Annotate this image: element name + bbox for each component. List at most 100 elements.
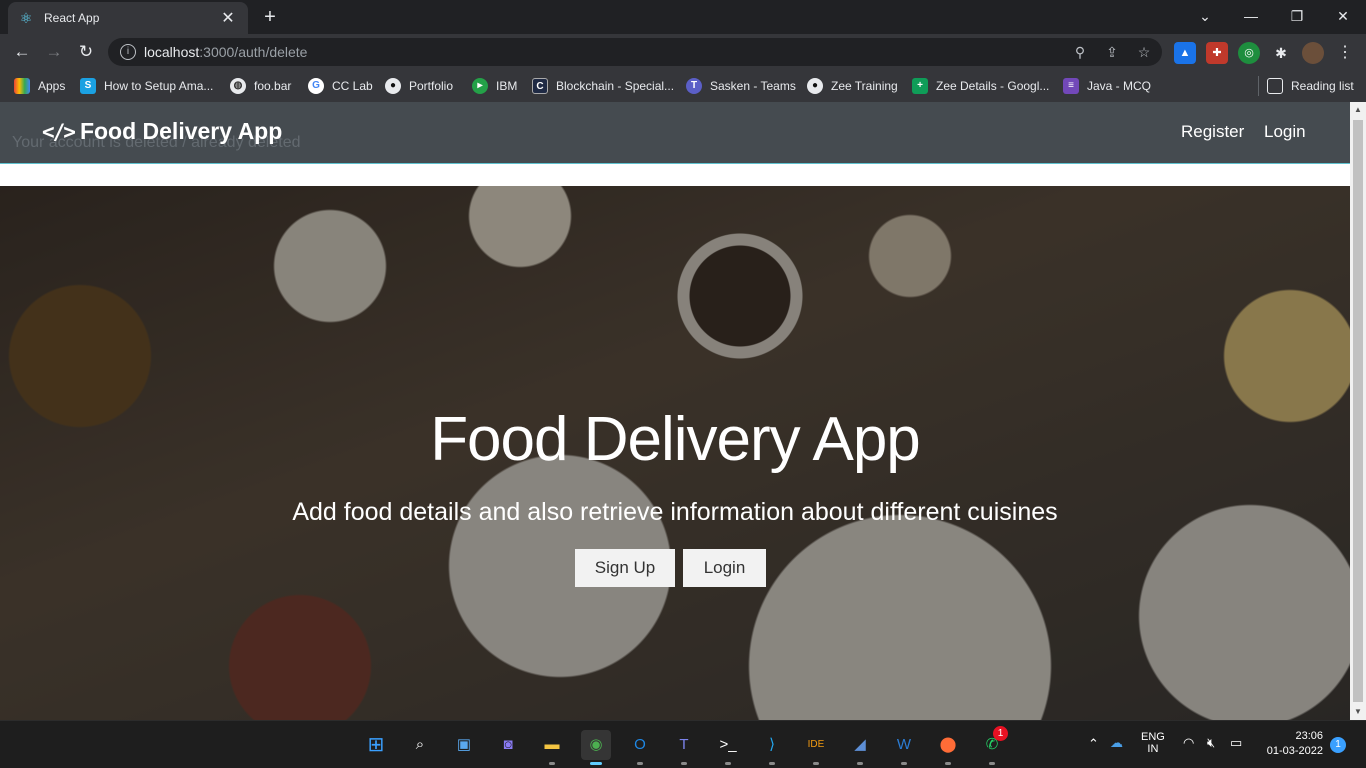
clock-time: 23:06 xyxy=(1295,730,1323,742)
java-ide-indicator xyxy=(813,762,819,765)
clock[interactable]: 23:06 01-03-2022 xyxy=(1263,730,1323,757)
close-tab-icon[interactable]: ✕ xyxy=(218,8,238,28)
location-icon[interactable]: ⚲ xyxy=(1070,42,1090,62)
google-drive-icon[interactable]: ▲ xyxy=(1174,42,1196,64)
browser-toolbar: ← → ↻ i localhost :3000/auth/delete ⚲ ⇪ … xyxy=(0,34,1366,70)
bookmark-sasken-teams[interactable]: T Sasken - Teams xyxy=(686,76,796,96)
bookmark-label: Zee Details - Googl... xyxy=(936,79,1050,93)
tray-overflow-icon[interactable]: ⌃ xyxy=(1088,736,1099,752)
page-scrollbar[interactable]: ▲ ▼ xyxy=(1350,102,1366,720)
language-indicator[interactable]: ENG IN xyxy=(1141,731,1165,755)
clock-date: 01-03-2022 xyxy=(1266,745,1323,757)
address-bar[interactable]: i localhost :3000/auth/delete ⚲ ⇪ ☆ xyxy=(108,38,1162,66)
battery-icon[interactable]: ▭ xyxy=(1230,735,1242,751)
teams-taskbar-icon[interactable]: T xyxy=(669,730,699,760)
close-window-button[interactable]: ✕ xyxy=(1320,4,1366,30)
bookmark-portfolio[interactable]: ● Portfolio xyxy=(385,76,453,96)
extension-green-icon[interactable]: ◎ xyxy=(1238,42,1260,64)
whatsapp-icon[interactable]: ✆ 1 xyxy=(977,726,1008,760)
bookmark-star-icon[interactable]: ☆ xyxy=(1134,42,1154,62)
google-icon: G xyxy=(308,78,324,94)
database-tool-indicator xyxy=(857,762,863,765)
github-icon: ● xyxy=(385,78,401,94)
bookmark-label: Java - MCQ xyxy=(1087,79,1152,93)
s-icon: S xyxy=(80,78,96,94)
bookmark-cclab[interactable]: G CC Lab xyxy=(308,76,373,96)
bookmark-zee-details[interactable]: + Zee Details - Googl... xyxy=(912,76,1049,96)
reading-list-icon xyxy=(1267,78,1283,94)
terminal-icon[interactable]: >_ xyxy=(713,730,743,760)
file-explorer-icon[interactable]: ▬ xyxy=(537,730,567,760)
signup-button[interactable]: Sign Up xyxy=(575,549,675,587)
bookmark-java-mcq[interactable]: ≡ Java - MCQ xyxy=(1063,76,1151,96)
bookmark-setup-ama[interactable]: S How to Setup Ama... xyxy=(80,76,213,96)
hero-title: Food Delivery App xyxy=(430,405,921,474)
bookmark-foobar[interactable]: ◍ foo.bar xyxy=(230,76,291,96)
apps-grid-icon xyxy=(14,78,30,94)
search-icon[interactable]: ⌕ xyxy=(405,730,435,760)
restore-button[interactable]: ❐ xyxy=(1274,4,1320,30)
code-icon: </> xyxy=(42,119,76,144)
word-icon[interactable]: W xyxy=(889,730,919,760)
vscode-icon[interactable]: ⟩ xyxy=(757,730,787,760)
onedrive-icon[interactable]: ☁ xyxy=(1110,735,1123,751)
tab-search-icon[interactable]: ⌄ xyxy=(1182,4,1228,30)
scroll-up-icon[interactable]: ▲ xyxy=(1350,102,1366,118)
bookmark-apps[interactable]: Apps xyxy=(14,76,65,96)
menu-dots-icon[interactable]: ⋮ xyxy=(1334,42,1356,64)
brand-link[interactable]: </> Food Delivery App xyxy=(42,118,282,145)
scroll-down-icon[interactable]: ▼ xyxy=(1350,704,1366,720)
database-tool-icon[interactable]: ◢ xyxy=(845,730,875,760)
task-view-icon[interactable]: ▣ xyxy=(449,730,479,760)
notification-badge[interactable]: 1 xyxy=(1330,737,1346,753)
github-icon: ● xyxy=(807,78,823,94)
tab-strip: ⚛ React App ✕ + ⌄ — ❐ ✕ xyxy=(0,0,1366,34)
terminal-indicator xyxy=(725,762,731,765)
postman-icon[interactable]: ⬤ xyxy=(933,730,963,760)
language-code: ENG xyxy=(1141,731,1165,743)
browser-tab[interactable]: ⚛ React App ✕ xyxy=(8,2,248,34)
bookmarks-bar: Apps S How to Setup Ama... ◍ foo.bar G C… xyxy=(0,70,1366,102)
bookmark-blockchain[interactable]: C Blockchain - Special... xyxy=(532,76,674,96)
extension-red-icon[interactable]: ✚ xyxy=(1206,42,1228,64)
nav-login-link[interactable]: Login xyxy=(1264,122,1306,142)
outlook-icon[interactable]: O xyxy=(625,730,655,760)
word-indicator xyxy=(901,762,907,765)
bookmark-label: Zee Training xyxy=(831,79,898,93)
start-icon[interactable]: ⊞ xyxy=(361,730,391,760)
postman-indicator xyxy=(945,762,951,765)
ibm-icon: ▸ xyxy=(472,78,488,94)
scroll-thumb[interactable] xyxy=(1353,120,1363,702)
file-explorer-indicator xyxy=(549,762,555,765)
share-icon[interactable]: ⇪ xyxy=(1102,42,1122,62)
vscode-indicator xyxy=(769,762,775,765)
forward-icon[interactable]: → xyxy=(42,40,66,64)
profile-avatar[interactable] xyxy=(1302,42,1324,64)
bookmark-zee-training[interactable]: ● Zee Training xyxy=(807,76,898,96)
reading-list[interactable]: Reading list xyxy=(1258,76,1354,96)
outlook-indicator xyxy=(637,762,643,765)
blockchain-icon: C xyxy=(532,78,548,94)
site-info-icon[interactable]: i xyxy=(120,44,136,60)
chat-icon[interactable]: ◙ xyxy=(493,730,523,760)
forms-icon: ≡ xyxy=(1063,78,1079,94)
login-button[interactable]: Login xyxy=(683,549,766,587)
bookmark-ibm[interactable]: ▸ IBM xyxy=(472,76,517,96)
volume-muted-icon[interactable]: 🔇︎ xyxy=(1207,735,1215,751)
reload-icon[interactable]: ↻ xyxy=(74,40,98,64)
whatsapp-badge: 1 xyxy=(993,726,1008,741)
page-viewport: Your account is deleted / already delete… xyxy=(0,102,1350,720)
java-ide-icon[interactable]: IDE xyxy=(801,730,831,760)
back-icon[interactable]: ← xyxy=(10,40,34,64)
bookmark-label: Apps xyxy=(38,79,66,93)
new-tab-button[interactable]: + xyxy=(258,6,282,30)
nav-register-link[interactable]: Register xyxy=(1181,122,1244,142)
app-navbar: Your account is deleted / already delete… xyxy=(0,102,1350,164)
wifi-icon[interactable]: ◠ xyxy=(1183,735,1194,751)
reading-list-label: Reading list xyxy=(1291,79,1354,93)
whatsapp-indicator xyxy=(989,762,995,765)
chrome-icon[interactable]: ◉ xyxy=(581,730,611,760)
minimize-button[interactable]: — xyxy=(1228,4,1274,30)
chrome-indicator xyxy=(590,762,602,765)
extensions-puzzle-icon[interactable]: ✱ xyxy=(1270,42,1292,64)
